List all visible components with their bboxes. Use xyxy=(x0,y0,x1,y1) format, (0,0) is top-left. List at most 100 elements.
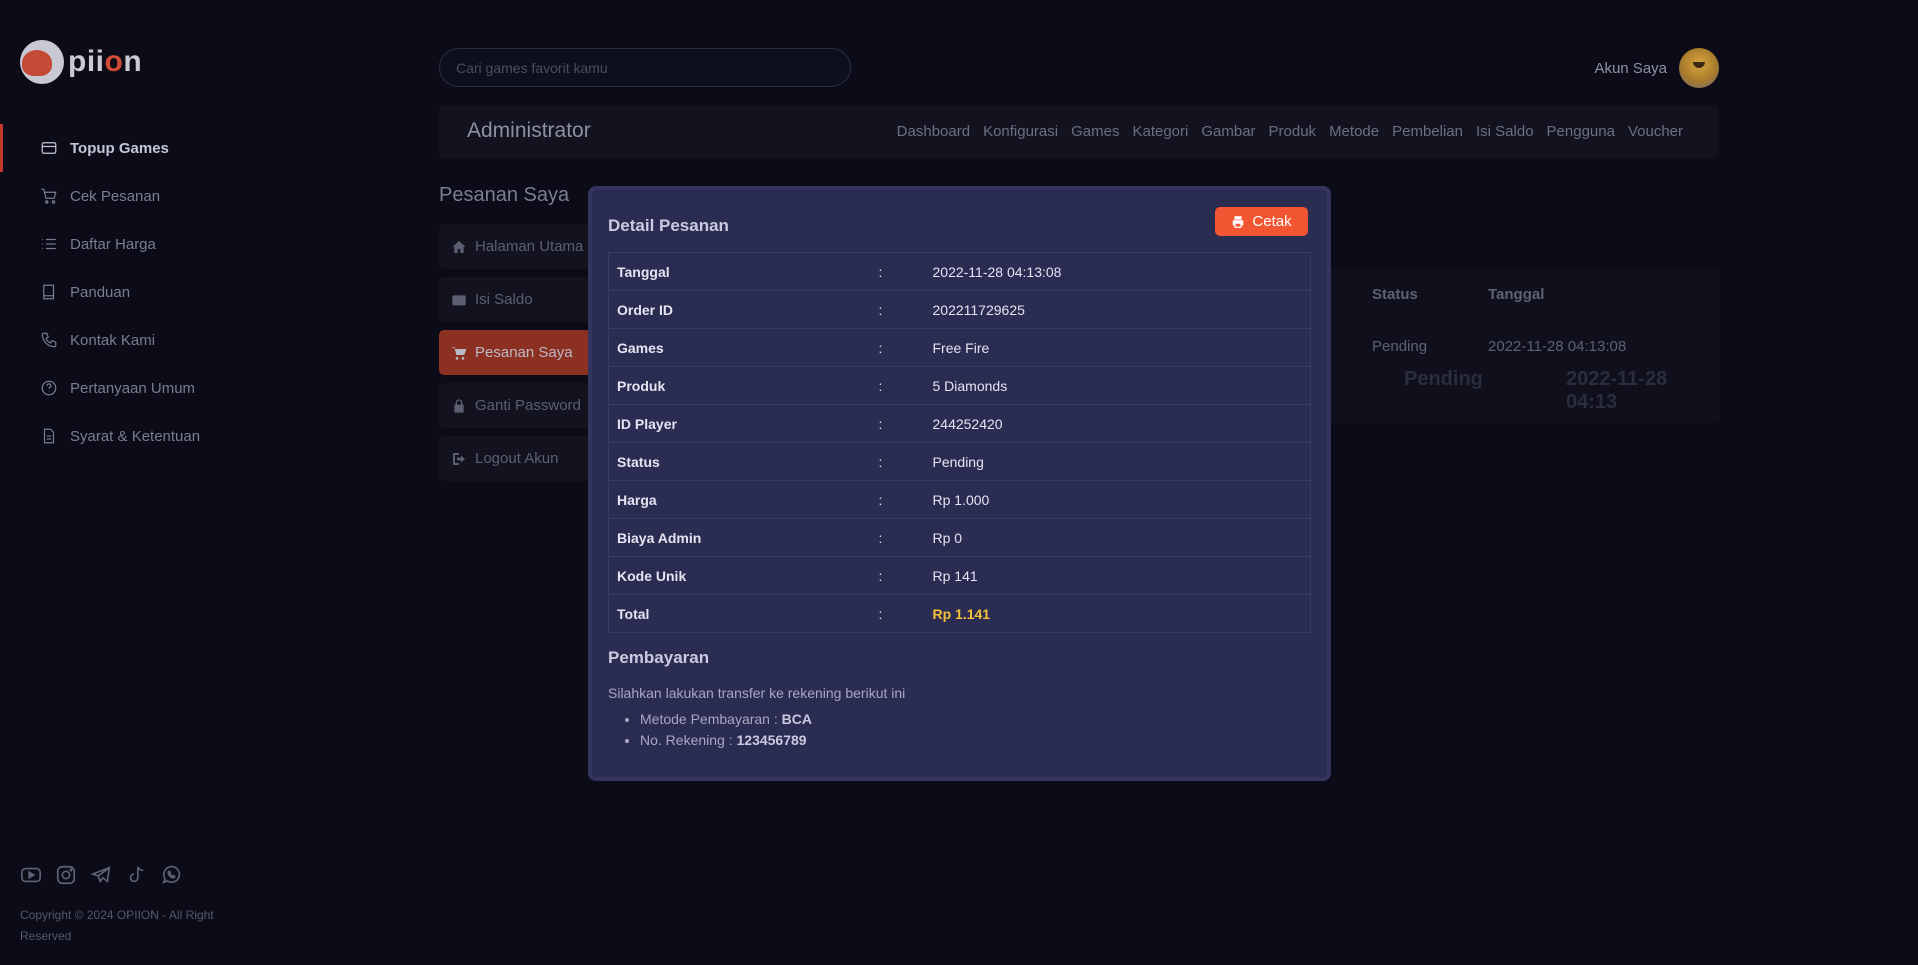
row-label: Biaya Admin xyxy=(608,518,871,557)
phone-icon xyxy=(40,331,58,349)
avatar[interactable] xyxy=(1679,48,1719,88)
logo-mark-icon xyxy=(20,40,64,84)
sidebar-item-pertanyaan-umum[interactable]: Pertanyaan Umum xyxy=(0,364,240,412)
logout-icon xyxy=(451,451,467,467)
sidebar-item-topup-games[interactable]: Topup Games xyxy=(0,124,240,172)
admin-link-isi-saldo[interactable]: Isi Saldo xyxy=(1476,123,1534,140)
instagram-icon[interactable] xyxy=(55,864,77,886)
column-header-status: Status xyxy=(1372,286,1418,303)
cart-icon xyxy=(451,345,467,361)
brand-name: piion xyxy=(68,45,143,78)
account-menu[interactable]: Akun Saya xyxy=(1594,48,1719,88)
row-separator: : xyxy=(870,290,925,329)
admin-link-metode[interactable]: Metode xyxy=(1329,123,1379,140)
admin-link-dashboard[interactable]: Dashboard xyxy=(897,123,970,140)
sidebar-item-label: Panduan xyxy=(70,283,131,301)
modal-title: Detail Pesanan xyxy=(608,216,729,235)
row-label: Kode Unik xyxy=(608,556,871,595)
row-value: Rp 141 xyxy=(924,556,1311,595)
row-separator: : xyxy=(870,328,925,367)
print-button[interactable]: Cetak xyxy=(1215,207,1308,236)
table-row: Harga: Rp 1.000 xyxy=(608,480,1311,519)
row-separator: : xyxy=(870,480,925,519)
row-value: 5 Diamonds xyxy=(924,366,1311,405)
sidebar-item-daftar-harga[interactable]: Daftar Harga xyxy=(0,220,240,268)
payment-method: Metode Pembayaran : BCA xyxy=(640,709,812,730)
lock-icon xyxy=(451,398,467,414)
row-value: Free Fire xyxy=(924,328,1311,367)
admin-link-konfigurasi[interactable]: Konfigurasi xyxy=(983,123,1058,140)
row-value: Rp 1.000 xyxy=(924,480,1311,519)
payment-instruction: Silahkan lakukan transfer ke rekening be… xyxy=(608,685,906,701)
table-row: Produk:5 Diamonds xyxy=(608,366,1311,405)
sidebar-item-cek-pesanan[interactable]: Cek Pesanan xyxy=(0,172,240,220)
admin-link-voucher[interactable]: Voucher xyxy=(1628,123,1683,140)
order-status: Pending xyxy=(1372,338,1428,355)
table-row: Status: Pending xyxy=(608,442,1311,481)
menu-item-label: Logout Akun xyxy=(475,450,559,467)
row-value: Rp 0 xyxy=(924,518,1311,557)
row-value: Pending xyxy=(924,442,1311,481)
order-date: 2022-11-28 04:13:08 xyxy=(1488,338,1627,355)
list-icon xyxy=(40,235,58,253)
row-separator: : xyxy=(870,594,925,633)
row-value: 202211729625 xyxy=(924,290,1311,329)
printer-icon xyxy=(1233,215,1244,228)
sidebar-item-syarat-ketentuan[interactable]: Syarat & Ketentuan xyxy=(0,412,240,460)
page-title: Pesanan Saya xyxy=(439,184,570,206)
payment-details: Metode Pembayaran : BCA No. Rekening : 1… xyxy=(640,709,812,751)
admin-link-kategori[interactable]: Kategori xyxy=(1132,123,1188,140)
row-label: Status xyxy=(608,442,871,481)
row-separator: : xyxy=(870,366,925,405)
sidebar-nav: Topup Games Cek Pesanan Daftar Harga Pan… xyxy=(0,124,240,460)
sidebar-item-label: Cek Pesanan xyxy=(70,187,161,205)
document-icon xyxy=(40,427,58,445)
wallet-icon xyxy=(451,292,467,308)
sidebar-item-kontak-kami[interactable]: Kontak Kami xyxy=(0,316,240,364)
orders-table: Status Tanggal Pending 2022-11-28 04:13:… xyxy=(1300,268,1720,423)
sidebar-item-label: Kontak Kami xyxy=(70,331,156,349)
brand-logo[interactable]: piion xyxy=(20,40,142,84)
sidebar: piion Topup Games Cek Pesanan Daftar Har… xyxy=(0,0,240,965)
order-detail-modal: Detail Pesanan Cetak Tanggal:2022-11-28 … xyxy=(588,186,1331,781)
table-row: Games: Free Fire xyxy=(608,328,1311,367)
admin-title: Administrator xyxy=(467,119,591,142)
table-row: Kode Unik: Rp 141 xyxy=(608,556,1311,595)
search-input[interactable] xyxy=(439,48,851,87)
row-label: Produk xyxy=(608,366,871,405)
sidebar-item-label: Daftar Harga xyxy=(70,235,156,253)
row-label: Order ID xyxy=(608,290,871,329)
menu-item-label: Ganti Password xyxy=(475,397,581,414)
admin-links: Dashboard Konfigurasi Games Kategori Gam… xyxy=(897,123,1683,140)
admin-link-games[interactable]: Games xyxy=(1071,123,1119,140)
row-value: 244252420 xyxy=(924,404,1311,443)
row-separator: : xyxy=(870,518,925,557)
question-icon xyxy=(40,379,58,397)
sidebar-item-panduan[interactable]: Panduan xyxy=(0,268,240,316)
tiktok-icon[interactable] xyxy=(125,864,147,886)
table-row: Order ID:202211729625 xyxy=(608,290,1311,329)
cart-icon xyxy=(40,187,58,205)
row-separator: : xyxy=(870,442,925,481)
youtube-icon[interactable] xyxy=(20,864,42,886)
card-icon xyxy=(40,139,58,157)
account-label: Akun Saya xyxy=(1594,59,1667,77)
row-label: Harga xyxy=(608,480,871,519)
whatsapp-icon[interactable] xyxy=(160,864,182,886)
column-header-date: Tanggal xyxy=(1488,286,1545,303)
sidebar-item-label: Syarat & Ketentuan xyxy=(70,427,201,445)
row-separator: : xyxy=(870,556,925,595)
account-number-value: 123456789 xyxy=(736,732,807,748)
order-detail-table: Tanggal:2022-11-28 04:13:08 Order ID:202… xyxy=(608,252,1311,633)
table-row: ID Player:244252420 xyxy=(608,404,1311,443)
admin-link-pengguna[interactable]: Pengguna xyxy=(1547,123,1615,140)
row-separator: : xyxy=(870,404,925,443)
admin-link-gambar[interactable]: Gambar xyxy=(1201,123,1255,140)
admin-link-pembelian[interactable]: Pembelian xyxy=(1392,123,1463,140)
telegram-icon[interactable] xyxy=(90,864,112,886)
total-value: Rp 1.141 xyxy=(924,594,1311,633)
sidebar-item-label: Pertanyaan Umum xyxy=(70,379,196,397)
admin-link-produk[interactable]: Produk xyxy=(1269,123,1317,140)
book-icon xyxy=(40,283,58,301)
account-number: No. Rekening : 123456789 xyxy=(640,730,812,751)
